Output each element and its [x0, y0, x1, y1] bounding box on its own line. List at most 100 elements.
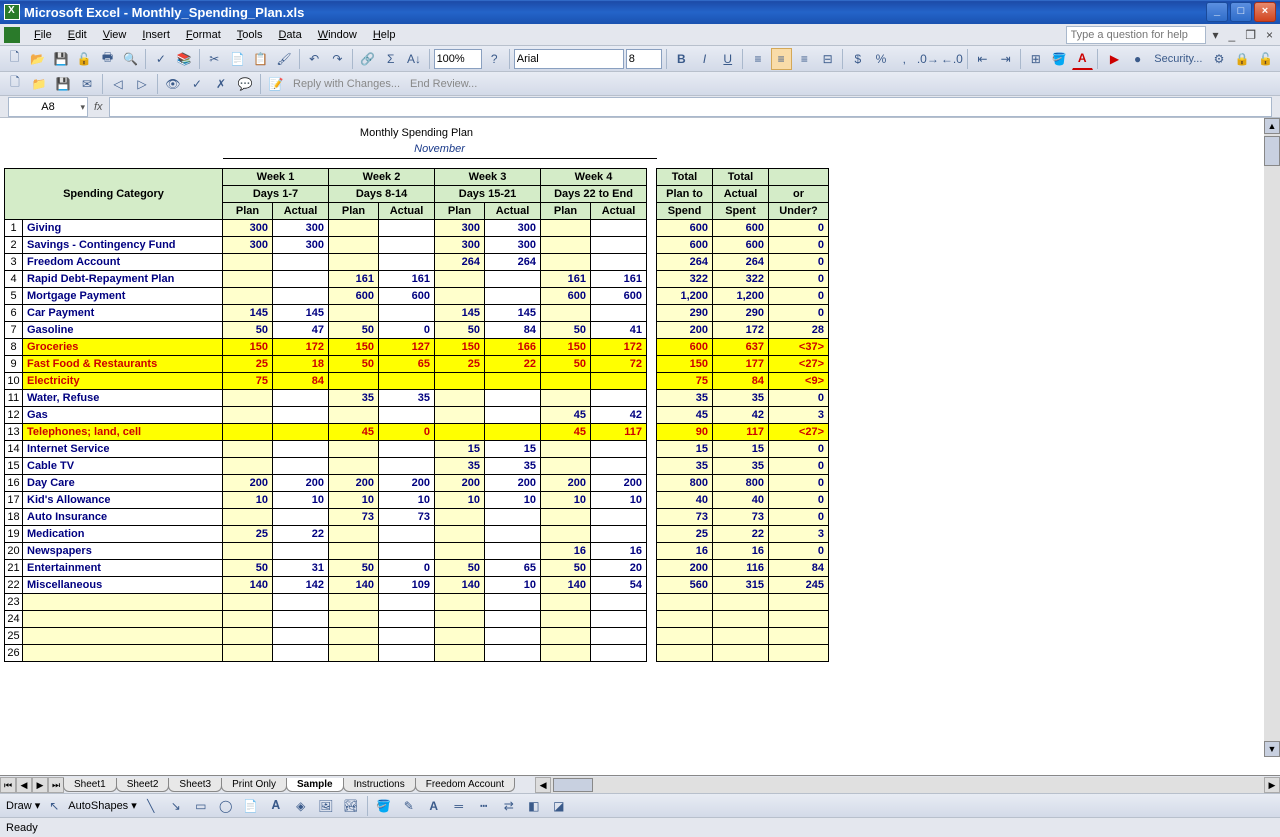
plan-cell[interactable] — [329, 372, 379, 389]
total-plan-cell[interactable]: 45 — [657, 406, 713, 423]
font-color-draw-icon[interactable]: A — [423, 795, 445, 817]
total-plan-cell[interactable]: 560 — [657, 576, 713, 593]
scroll-down-icon[interactable]: ▼ — [1264, 741, 1280, 757]
plan-cell[interactable] — [435, 406, 485, 423]
plan-cell[interactable]: 50 — [541, 321, 591, 338]
category-cell[interactable]: Medication — [23, 525, 223, 542]
plan-cell[interactable]: 25 — [435, 355, 485, 372]
actual-cell[interactable] — [485, 389, 541, 406]
category-cell[interactable]: Day Care — [23, 474, 223, 491]
actual-cell[interactable] — [273, 542, 329, 559]
actual-cell[interactable] — [273, 270, 329, 287]
data-row[interactable]: 21Entertainment50315005065502020011684 — [5, 559, 829, 576]
plan-cell[interactable] — [329, 219, 379, 236]
category-cell[interactable]: Groceries — [23, 338, 223, 355]
reply-changes-button[interactable]: Reply with Changes... — [289, 78, 404, 90]
italic-icon[interactable]: I — [694, 48, 715, 70]
sheet-tab-sheet3[interactable]: Sheet3 — [168, 778, 222, 792]
actual-cell[interactable] — [273, 287, 329, 304]
category-cell[interactable]: Gas — [23, 406, 223, 423]
plan-cell[interactable] — [541, 508, 591, 525]
redo-icon[interactable]: ↷ — [327, 48, 348, 70]
actual-cell[interactable]: 200 — [379, 474, 435, 491]
clipart-icon[interactable]: 🖼 — [315, 795, 337, 817]
doc-minimize-button[interactable]: _ — [1226, 28, 1239, 42]
total-actual-cell[interactable]: 16 — [713, 542, 769, 559]
sort-asc-icon[interactable]: A↓ — [403, 48, 424, 70]
autosum-icon[interactable]: Σ — [380, 48, 401, 70]
dash-style-icon[interactable]: ┅ — [473, 795, 495, 817]
actual-cell[interactable]: 300 — [273, 219, 329, 236]
plan-cell[interactable]: 145 — [435, 304, 485, 321]
actual-cell[interactable]: 65 — [485, 559, 541, 576]
over-under-cell[interactable]: 245 — [769, 576, 829, 593]
diagram-icon[interactable]: ◈ — [290, 795, 312, 817]
tab-next-icon[interactable]: ▶ — [32, 777, 48, 793]
plan-cell[interactable] — [541, 389, 591, 406]
plan-cell[interactable] — [329, 304, 379, 321]
actual-cell[interactable]: 300 — [485, 219, 541, 236]
comma-icon[interactable]: , — [894, 48, 915, 70]
plan-cell[interactable] — [435, 270, 485, 287]
plan-cell[interactable]: 10 — [435, 491, 485, 508]
total-plan-cell[interactable]: 200 — [657, 321, 713, 338]
total-actual-cell[interactable]: 600 — [713, 236, 769, 253]
vertical-scrollbar[interactable]: ▲ ▼ — [1264, 118, 1280, 757]
research-icon[interactable]: 📚 — [174, 48, 195, 70]
actual-cell[interactable]: 31 — [273, 559, 329, 576]
total-actual-cell[interactable]: 1,200 — [713, 287, 769, 304]
plan-cell[interactable]: 140 — [329, 576, 379, 593]
data-row[interactable]: 16Day Care200200200200200200200200800800… — [5, 474, 829, 491]
total-actual-cell[interactable]: 315 — [713, 576, 769, 593]
plan-cell[interactable]: 300 — [223, 236, 273, 253]
shadow-icon[interactable]: ◧ — [523, 795, 545, 817]
rev-show-icon[interactable]: 👁 — [162, 73, 184, 95]
align-left-icon[interactable]: ≡ — [747, 48, 768, 70]
spelling-icon[interactable]: ✓ — [150, 48, 171, 70]
doc-restore-button[interactable]: ❐ — [1242, 28, 1259, 42]
actual-cell[interactable] — [591, 457, 647, 474]
actual-cell[interactable] — [485, 508, 541, 525]
plan-cell[interactable]: 200 — [541, 474, 591, 491]
actual-cell[interactable] — [485, 525, 541, 542]
plan-cell[interactable] — [223, 508, 273, 525]
plan-cell[interactable]: 45 — [541, 406, 591, 423]
plan-cell[interactable]: 200 — [435, 474, 485, 491]
over-under-cell[interactable]: 0 — [769, 253, 829, 270]
menu-edit[interactable]: Edit — [60, 26, 95, 44]
rev-track-icon[interactable]: 📝 — [265, 73, 287, 95]
category-cell[interactable]: Fast Food & Restaurants — [23, 355, 223, 372]
over-under-cell[interactable]: 0 — [769, 270, 829, 287]
actual-cell[interactable]: 0 — [379, 559, 435, 576]
actual-cell[interactable] — [379, 457, 435, 474]
actual-cell[interactable]: 200 — [591, 474, 647, 491]
actual-cell[interactable] — [273, 440, 329, 457]
help-dropdown-icon[interactable]: ▾ — [1210, 28, 1222, 42]
plan-cell[interactable]: 75 — [223, 372, 273, 389]
worksheet-area[interactable]: Monthly Spending PlanNovemberSpending Ca… — [0, 118, 1280, 775]
category-cell[interactable]: Entertainment — [23, 559, 223, 576]
plan-cell[interactable] — [541, 525, 591, 542]
data-row[interactable]: 11Water, Refuse353535350 — [5, 389, 829, 406]
plan-cell[interactable]: 50 — [541, 559, 591, 576]
actual-cell[interactable]: 264 — [485, 253, 541, 270]
total-actual-cell[interactable]: 264 — [713, 253, 769, 270]
category-cell[interactable]: Car Payment — [23, 304, 223, 321]
hscroll-left-icon[interactable]: ◀ — [535, 777, 551, 793]
decrease-decimal-icon[interactable]: ←.0 — [941, 48, 963, 70]
over-under-cell[interactable]: 0 — [769, 236, 829, 253]
actual-cell[interactable] — [591, 525, 647, 542]
vscroll-thumb[interactable] — [1264, 136, 1280, 166]
horizontal-scrollbar[interactable]: ◀ ▶ — [535, 777, 1280, 793]
actual-cell[interactable]: 22 — [273, 525, 329, 542]
actual-cell[interactable]: 10 — [485, 576, 541, 593]
actual-cell[interactable]: 72 — [591, 355, 647, 372]
over-under-cell[interactable]: 0 — [769, 542, 829, 559]
category-cell[interactable]: Freedom Account — [23, 253, 223, 270]
plan-cell[interactable] — [223, 389, 273, 406]
plan-cell[interactable] — [223, 440, 273, 457]
category-cell[interactable]: Water, Refuse — [23, 389, 223, 406]
total-plan-cell[interactable]: 73 — [657, 508, 713, 525]
actual-cell[interactable] — [591, 219, 647, 236]
actual-cell[interactable] — [591, 440, 647, 457]
